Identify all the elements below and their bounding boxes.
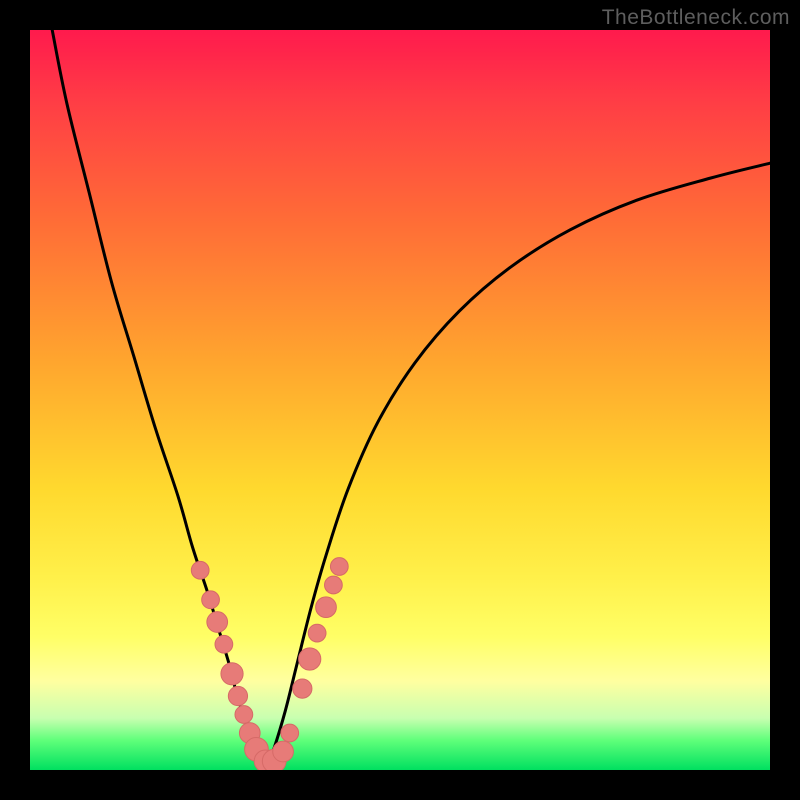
marker-0 [191,561,209,579]
curve-lines [52,30,770,766]
marker-5 [228,686,247,705]
watermark-label: TheBottleneck.com [602,6,790,30]
chart-svg [30,30,770,770]
marker-2 [207,612,228,633]
curve-right-branch [267,163,770,766]
marker-14 [299,648,321,670]
marker-3 [215,635,233,653]
marker-1 [202,591,220,609]
plot-area [30,30,770,770]
chart-frame: TheBottleneck.com [0,0,800,800]
curve-left-branch [52,30,267,766]
data-markers [191,558,348,770]
marker-17 [325,576,343,594]
marker-16 [316,597,337,618]
marker-13 [293,679,312,698]
marker-6 [235,706,253,724]
marker-18 [330,558,348,576]
marker-11 [273,741,294,762]
marker-4 [221,663,243,685]
marker-12 [281,724,299,742]
marker-15 [308,624,326,642]
